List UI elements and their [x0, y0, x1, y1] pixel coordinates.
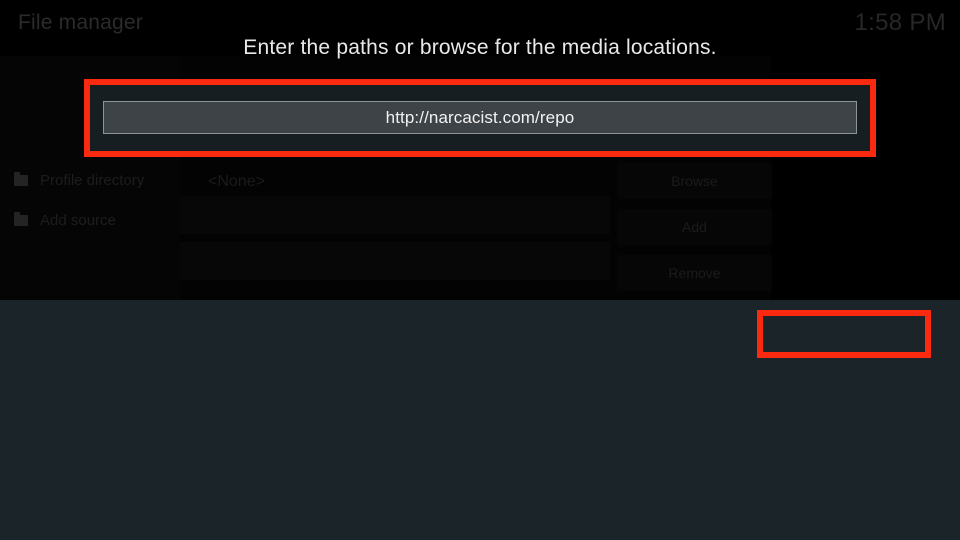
sidebar-item-label: Profile directory [40, 172, 145, 189]
folder-icon [14, 212, 28, 226]
path-input-value: http://narcacist.com/repo [385, 107, 575, 127]
background-row-strip [180, 196, 610, 234]
remove-button-label: Remove [668, 265, 721, 281]
remove-button[interactable]: Remove [617, 255, 772, 291]
background-row-strip [180, 242, 610, 280]
add-button-label: Add [682, 219, 707, 235]
clock: 1:58 PM [854, 9, 946, 36]
onscreen-keyboard: 1 2 3 4 5 6 7 8 9 0 - = ` q w e r t y u … [0, 300, 960, 540]
source-path-value: <None> [208, 173, 265, 190]
folder-icon [14, 172, 28, 186]
add-button[interactable]: Add [617, 209, 772, 245]
sidebar-item-label: Add source [40, 212, 116, 229]
browse-button-label: Browse [671, 173, 718, 189]
window-title: File manager [18, 11, 143, 34]
kodi-screen: File manager 1:58 PM Profile directory A… [0, 0, 960, 540]
sidebar-item-profile-directory[interactable]: Profile directory [14, 172, 144, 189]
browse-button[interactable]: Browse [617, 163, 772, 199]
sidebar-item-add-source[interactable]: Add source [14, 212, 116, 229]
dialog-heading: Enter the paths or browse for the media … [243, 36, 717, 59]
path-input[interactable]: http://narcacist.com/repo [103, 101, 857, 134]
